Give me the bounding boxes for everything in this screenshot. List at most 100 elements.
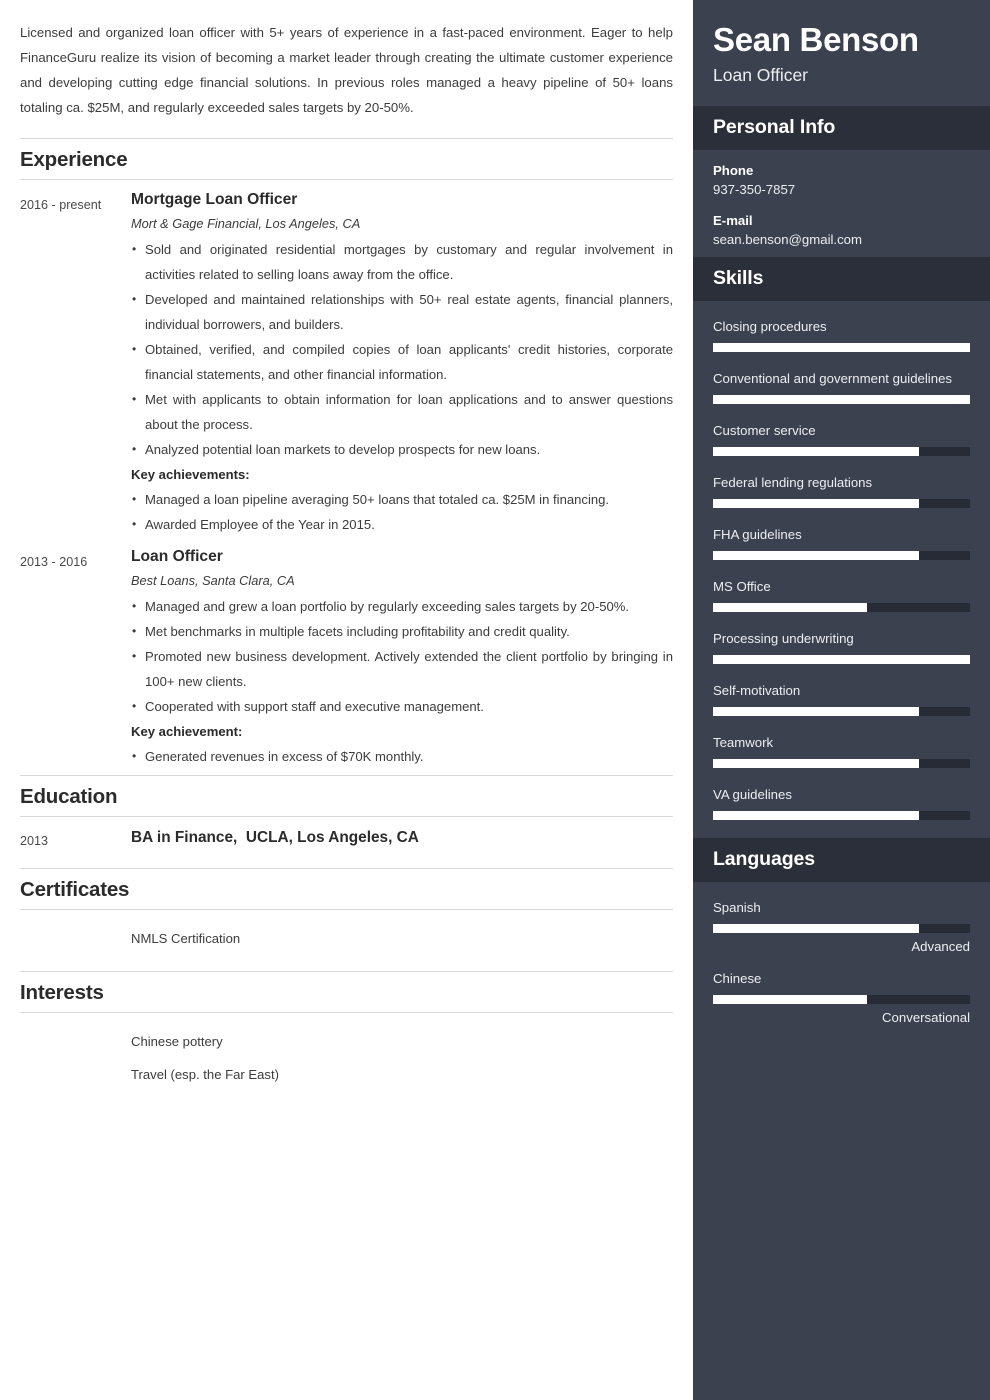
personal-info-heading: Personal Info xyxy=(693,105,990,150)
experience-date: 2013 - 2016 xyxy=(20,555,88,569)
interests-heading: Interests xyxy=(20,971,673,1013)
skill-name: Federal lending regulations xyxy=(713,474,873,490)
certificates-title: Certificates xyxy=(20,878,130,901)
experience-body: Loan Officer Best Loans, Santa Clara, CA M… xyxy=(131,548,673,769)
language-name: Chinese xyxy=(713,970,762,986)
skill-name: FHA guidelines xyxy=(713,526,802,542)
personal-info-title: Personal Info xyxy=(713,115,836,138)
experience-entry: 2016 - present Mortgage Loan Officer Mort … xyxy=(20,180,673,537)
interest-item: Travel (esp. the Far East) xyxy=(131,1067,279,1082)
skill-name: Processing underwriting xyxy=(713,630,854,646)
skill-level-bar xyxy=(713,602,970,612)
skill-name: Conventional and government guidelines xyxy=(713,370,953,386)
skill-level-bar xyxy=(713,706,970,716)
education-degree: BA in Finance, UCLA, Los Angeles, CA xyxy=(131,829,419,846)
interests-title: Interests xyxy=(20,981,104,1004)
skill-level-fill xyxy=(713,394,970,404)
skills-title: Skills xyxy=(713,266,764,289)
education-entry: 2013 BA in Finance, UCLA, Los Angeles, CA xyxy=(20,817,673,862)
skill-item: Customer service xyxy=(713,418,970,456)
phone-value[interactable]: 937-350-7857 xyxy=(713,182,970,197)
skill-name: Self-motivation xyxy=(713,682,801,698)
candidate-role: Loan Officer xyxy=(713,64,809,85)
experience-entry: 2013 - 2016 Loan Officer Best Loans, Santa… xyxy=(20,537,673,769)
skill-level-fill xyxy=(713,550,919,560)
languages-list: Spanish Advanced Chinese Conversational xyxy=(693,882,990,1041)
language-level-bar xyxy=(713,923,970,933)
job-duty-item: Cooperated with support staff and execut… xyxy=(131,694,673,719)
language-name: Spanish xyxy=(713,899,761,915)
languages-title: Languages xyxy=(713,847,816,870)
job-achievements-list: Generated revenues in excess of $70K mon… xyxy=(131,744,673,769)
skill-level-fill xyxy=(713,602,868,612)
job-duty-item: Developed and maintained relationships w… xyxy=(131,287,673,337)
job-duty-item: Managed and grew a loan portfolio by reg… xyxy=(131,594,673,619)
skill-name: MS Office xyxy=(713,578,771,594)
language-item: Spanish Advanced xyxy=(713,895,970,954)
skill-item: Self-motivation xyxy=(713,678,970,716)
experience-body: Mortgage Loan Officer Mort & Gage Financi… xyxy=(131,191,673,537)
certificates-heading: Certificates xyxy=(20,868,673,910)
skill-item: Teamwork xyxy=(713,730,970,768)
interests-section: Interests Chinese pottery Travel (esp. th… xyxy=(20,971,673,1101)
professional-summary: Licensed and organized loan officer with… xyxy=(20,25,673,115)
skill-name: Closing procedures xyxy=(713,318,827,334)
certificate-entry-body: NMLS Certification xyxy=(131,922,673,955)
phone-label: Phone xyxy=(713,162,754,178)
education-section: Education 2013 BA in Finance, UCLA, Los A… xyxy=(20,775,673,862)
certificates-list: NMLS Certification xyxy=(20,910,673,965)
experience-section: Experience 2016 - present Mortgage Loan O… xyxy=(20,138,673,769)
certificate-entry: NMLS Certification xyxy=(20,910,673,965)
experience-title: Experience xyxy=(20,148,128,171)
skill-name: VA guidelines xyxy=(713,786,792,802)
job-achievements-list: Managed a loan pipeline averaging 50+ lo… xyxy=(131,487,673,537)
skill-level-fill xyxy=(713,498,919,508)
sidebar-identity: Sean Benson Loan Officer xyxy=(693,0,990,106)
skills-heading: Skills xyxy=(693,256,990,301)
education-heading: Education xyxy=(20,775,673,817)
language-level-bar xyxy=(713,994,970,1004)
skill-level-bar xyxy=(713,758,970,768)
job-company-location: Mort & Gage Financial, Los Angeles, CA xyxy=(131,216,361,231)
skill-name: Teamwork xyxy=(713,734,774,750)
personal-info-body: Phone 937-350-7857 E-mail sean.benson@gm… xyxy=(693,150,990,257)
job-company-location: Best Loans, Santa Clara, CA xyxy=(131,573,295,588)
spacer-column xyxy=(20,922,131,955)
skill-level-bar xyxy=(713,498,970,508)
job-duty-item: Met with applicants to obtain informatio… xyxy=(131,387,673,437)
skill-level-bar xyxy=(713,394,970,404)
job-duty-item: Promoted new business development. Activ… xyxy=(131,644,673,694)
interests-list: Chinese pottery Travel (esp. the Far East… xyxy=(20,1013,673,1101)
skill-level-fill xyxy=(713,758,919,768)
job-title: Mortgage Loan Officer xyxy=(131,191,298,208)
skill-level-fill xyxy=(713,342,970,352)
interest-item: Chinese pottery xyxy=(131,1034,223,1049)
skill-item: Federal lending regulations xyxy=(713,470,970,508)
languages-heading: Languages xyxy=(693,837,990,882)
email-label: E-mail xyxy=(713,212,753,228)
certificates-section: Certificates NMLS Certification xyxy=(20,868,673,965)
email-value[interactable]: sean.benson@gmail.com xyxy=(713,232,970,247)
key-achievements-label: Key achievements: xyxy=(131,467,250,482)
resume-page: Licensed and organized loan officer with… xyxy=(0,0,990,1400)
job-title: Loan Officer xyxy=(131,548,223,565)
education-list: 2013 BA in Finance, UCLA, Los Angeles, CA xyxy=(20,817,673,862)
main-column: Licensed and organized loan officer with… xyxy=(0,0,693,1400)
language-item: Chinese Conversational xyxy=(713,966,970,1025)
skill-level-fill xyxy=(713,654,970,664)
job-duty-item: Obtained, verified, and compiled copies … xyxy=(131,337,673,387)
skill-level-bar xyxy=(713,446,970,456)
skill-level-fill xyxy=(713,810,919,820)
language-level-label: Conversational xyxy=(882,1009,970,1025)
skills-list: Closing procedures Conventional and gover… xyxy=(693,301,990,838)
job-duties-list: Sold and originated residential mortgage… xyxy=(131,237,673,462)
language-level-fill xyxy=(713,923,919,933)
skill-level-bar xyxy=(713,550,970,560)
job-achievement-item: Generated revenues in excess of $70K mon… xyxy=(131,744,673,769)
education-title: Education xyxy=(20,785,118,808)
candidate-name: Sean Benson xyxy=(713,21,919,58)
education-date: 2013 xyxy=(20,834,49,848)
key-achievements-label: Key achievement: xyxy=(131,724,243,739)
skill-level-fill xyxy=(713,446,919,456)
job-achievement-item: Managed a loan pipeline averaging 50+ lo… xyxy=(131,487,673,512)
